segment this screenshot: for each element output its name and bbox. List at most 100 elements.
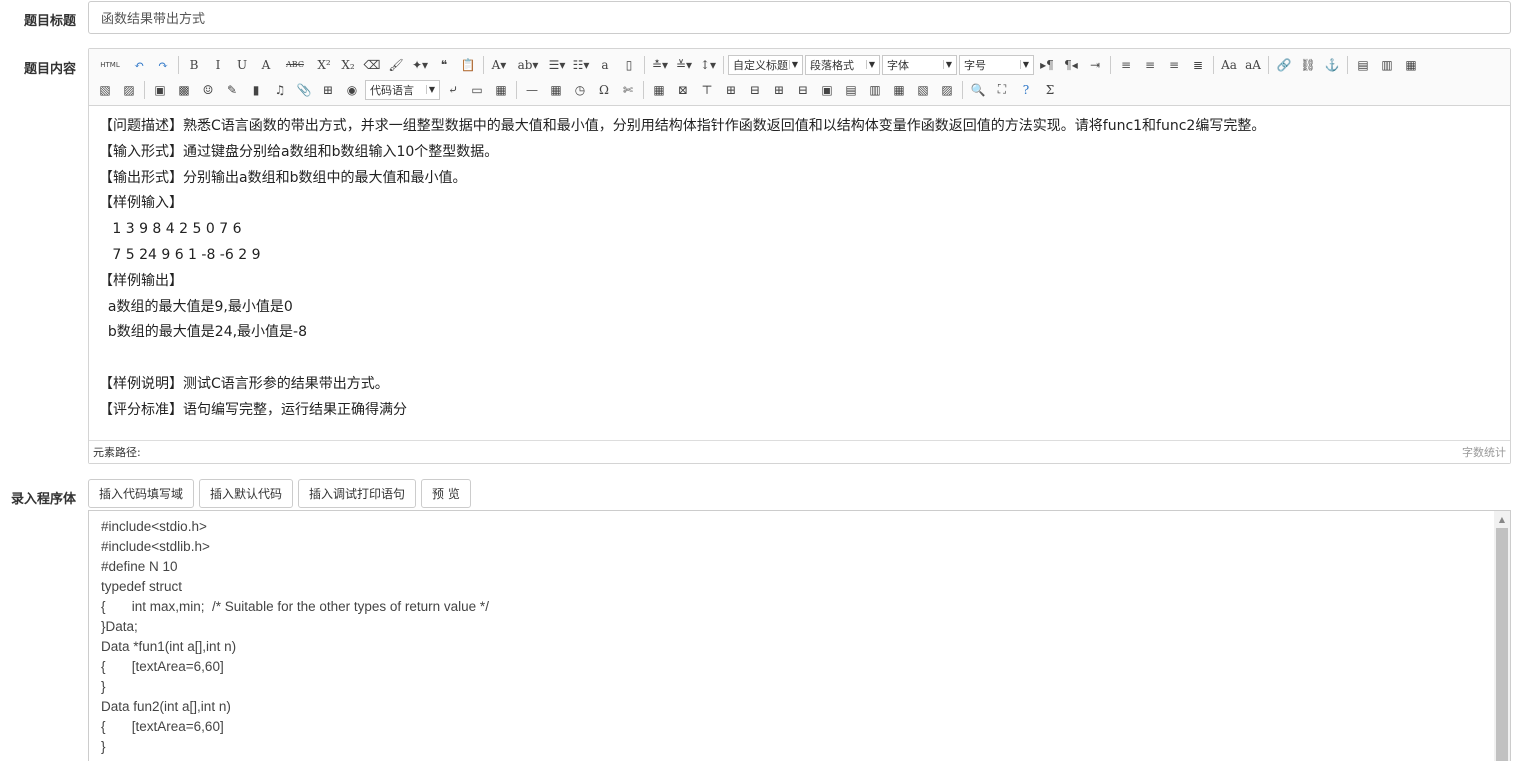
insert-image-button[interactable]: ▣ (150, 80, 170, 100)
snapscreen-button[interactable]: ✄ (618, 80, 638, 100)
map-button[interactable]: ⊞ (318, 80, 338, 100)
insert-paragraph-before-table-button[interactable]: ⊤ (697, 80, 717, 100)
font-color-button[interactable]: A▾ (489, 55, 509, 75)
insert-row-icon: ⊞ (725, 82, 737, 97)
merge-cells-button[interactable]: ▣ (817, 80, 837, 100)
subscript-button[interactable]: X₂ (338, 55, 358, 75)
split-to-cells-button[interactable]: ▦ (889, 80, 909, 100)
justify-center-button[interactable]: ≡ (1140, 55, 1160, 75)
link-button[interactable]: 🔗 (1274, 55, 1294, 75)
image-none-button[interactable]: ▤ (1353, 55, 1373, 75)
insert-code-area-button[interactable]: 插入代码填写域 (88, 479, 195, 508)
image-none-icon: ▤ (1357, 57, 1369, 72)
print-preview-button[interactable]: ⛶ (992, 80, 1012, 100)
rich-text-editor[interactable]: HTML ↶ ↷ B I U A ABC X² X₂ ⌫ 🖌 ✦▾ ❝ 📋 A▾ ab▾ ☰▾ ☷▾ a ▯ ≛▾ ≚▾ ↕▾… (88, 48, 1511, 464)
scroll-up-arrow-icon[interactable]: ▲ (1494, 511, 1510, 527)
insert-debug-print-button[interactable]: 插入调试打印语句 (298, 479, 417, 508)
date-button[interactable]: ▦ (546, 80, 566, 100)
font-border-icon: A (261, 57, 271, 72)
font-border-button[interactable]: A (256, 55, 276, 75)
image-block-button[interactable]: ▨ (119, 80, 139, 100)
auto-format-button[interactable]: ✦▾ (410, 55, 430, 75)
insert-frame-button[interactable]: ◉ (342, 80, 362, 100)
merge-down-button[interactable]: ▥ (865, 80, 885, 100)
justify-right-button[interactable]: ≡ (1164, 55, 1184, 75)
format-painter-button[interactable]: 🖌 (386, 55, 406, 75)
horizontal-rule-button[interactable]: — (522, 80, 542, 100)
undo-button[interactable]: ↶ (129, 55, 149, 75)
title-input[interactable]: 函数结果带出方式 (88, 1, 1511, 34)
paragraph-format-select[interactable]: 段落格式 ▼ (805, 54, 880, 75)
background-button[interactable]: ▦ (491, 80, 511, 100)
insert-table-button[interactable]: ▦ (649, 80, 669, 100)
emotion-button[interactable]: ☺ (198, 80, 218, 100)
tolowercase-button[interactable]: aA (1243, 55, 1263, 75)
touppercase-button[interactable]: Aa (1219, 55, 1239, 75)
music-button[interactable]: ♫ (270, 80, 290, 100)
font-family-select[interactable]: 字体 ▼ (882, 54, 957, 75)
preview-button[interactable]: 预 览 (421, 479, 471, 508)
split-to-cols-button[interactable]: ▨ (937, 80, 957, 100)
code-scrollbar[interactable]: ▲ (1494, 511, 1510, 761)
insert-default-code-button[interactable]: 插入默认代码 (199, 479, 294, 508)
row-spacing-top-button[interactable]: ≛▾ (650, 55, 670, 75)
attachment-button[interactable]: 📎 (294, 80, 314, 100)
strikethrough-button[interactable]: ABC (280, 55, 310, 75)
italic-button[interactable]: I (208, 55, 228, 75)
image-right-button[interactable]: ▧ (95, 80, 115, 100)
font-size-select[interactable]: 字号 ▼ (959, 54, 1034, 75)
direction-rtl-button[interactable]: ¶◂ (1061, 55, 1081, 75)
superscript-button[interactable]: X² (314, 55, 334, 75)
word-count[interactable]: 字数统计 (1462, 444, 1506, 460)
insert-row-button[interactable]: ⊞ (721, 80, 741, 100)
line-height-button[interactable]: ↕▾ (698, 55, 718, 75)
custom-style-select[interactable]: 自定义标题 ▼ (728, 54, 803, 75)
image-left-button[interactable]: ▥ (1377, 55, 1397, 75)
eraser-button[interactable]: ⌫ (362, 55, 382, 75)
custom-style-select-value: 自定义标题 (733, 58, 788, 72)
program-code-textarea[interactable]: #include<stdio.h> #include<stdlib.h> #de… (88, 510, 1511, 761)
split-to-rows-button[interactable]: ▧ (913, 80, 933, 100)
insert-video-button[interactable]: ▮ (246, 80, 266, 100)
indent-button[interactable]: ⇥ (1085, 55, 1105, 75)
image-center-button[interactable]: ▦ (1401, 55, 1421, 75)
delete-row-button[interactable]: ⊟ (745, 80, 765, 100)
back-color-button[interactable]: ab▾ (513, 55, 543, 75)
clear-doc-button[interactable]: ▯ (619, 55, 639, 75)
toolbar-separator (1110, 55, 1111, 74)
template-icon: ▭ (471, 82, 483, 97)
underline-button[interactable]: U (232, 55, 252, 75)
justify-left-button[interactable]: ≡ (1116, 55, 1136, 75)
editor-content[interactable]: 【问题描述】熟悉C语言函数的带出方式，并求一组整型数据中的最大值和最小值，分别用… (89, 106, 1510, 440)
time-button[interactable]: ◷ (570, 80, 590, 100)
unordered-list-button[interactable]: ☷▾ (571, 55, 591, 75)
code-language-select[interactable]: 代码语言 ▼ (365, 79, 440, 100)
insert-col-button[interactable]: ⊞ (769, 80, 789, 100)
content-line: b数组的最大值是24,最小值是-8 (99, 324, 308, 341)
page-break-button[interactable]: ⤶ (443, 80, 463, 100)
scrawl-button[interactable]: ✎ (222, 80, 242, 100)
delete-col-button[interactable]: ⊟ (793, 80, 813, 100)
special-chars-button[interactable]: Ω (594, 80, 614, 100)
row-spacing-bottom-button[interactable]: ≚▾ (674, 55, 694, 75)
redo-button[interactable]: ↷ (153, 55, 173, 75)
unlink-button[interactable]: ⛓ (1298, 55, 1318, 75)
bold-button[interactable]: B (184, 55, 204, 75)
direction-ltr-button[interactable]: ▸¶ (1037, 55, 1057, 75)
search-replace-button[interactable]: 🔍 (968, 80, 988, 100)
paste-plain-button[interactable]: 📋 (458, 55, 478, 75)
delete-table-button[interactable]: ⊠ (673, 80, 693, 100)
scroll-thumb[interactable] (1496, 528, 1508, 761)
ordered-list-button[interactable]: ☰▾ (547, 55, 567, 75)
select-all-button[interactable]: a (595, 55, 615, 75)
blockquote-button[interactable]: ❝ (434, 55, 454, 75)
template-button[interactable]: ▭ (467, 80, 487, 100)
insert-multi-image-button[interactable]: ▩ (174, 80, 194, 100)
merge-right-button[interactable]: ▤ (841, 80, 861, 100)
help-button[interactable]: ? (1016, 80, 1036, 100)
justify-full-button[interactable]: ≣ (1188, 55, 1208, 75)
formula-button[interactable]: Σ (1040, 80, 1060, 100)
anchor-button[interactable]: ⚓ (1322, 55, 1342, 75)
html-source-button[interactable]: HTML (95, 55, 125, 75)
content-line: 【输入形式】通过键盘分别给a数组和b数组输入10个整型数据。 (99, 143, 499, 160)
